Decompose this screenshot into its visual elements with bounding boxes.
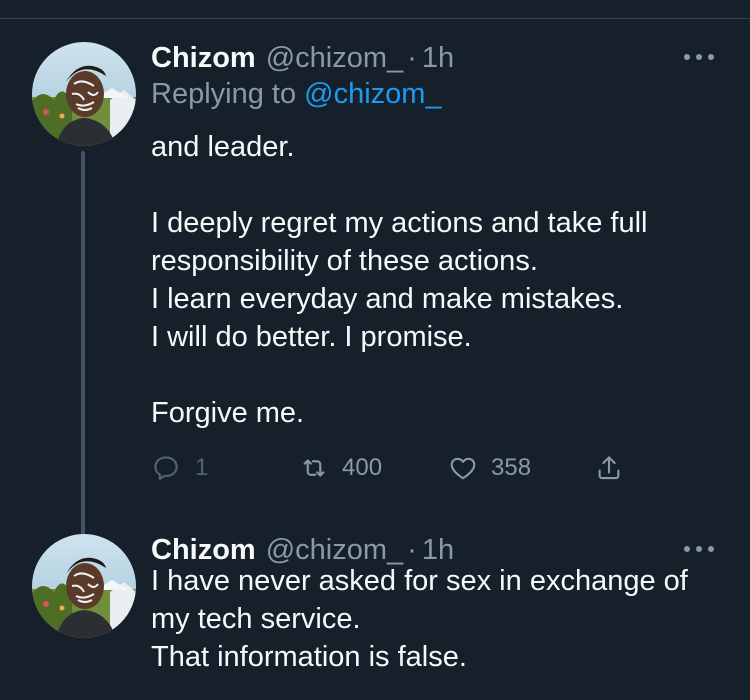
- author-name[interactable]: Chizom: [151, 42, 256, 75]
- more-icon[interactable]: [684, 47, 714, 67]
- timestamp[interactable]: 1h: [422, 42, 454, 75]
- tweet-line: my tech service.: [151, 603, 361, 635]
- replying-to: Replying to @chizom_: [151, 78, 442, 111]
- tweet-line: I deeply regret my actions and take full: [151, 207, 648, 239]
- tweet[interactable]: Chizom @chizom_ · 1h Replying to @chizom…: [0, 38, 750, 571]
- tweet-line: responsibility of these actions.: [151, 245, 538, 277]
- heart-icon: [450, 457, 476, 480]
- like-count: 358: [491, 454, 532, 481]
- author-handle[interactable]: @chizom_: [266, 42, 403, 75]
- avatar[interactable]: [32, 42, 136, 146]
- top-divider: [0, 18, 750, 19]
- more-icon[interactable]: [684, 539, 714, 559]
- tweet-line: That information is false.: [151, 641, 467, 673]
- action-bar: 1 400 358: [151, 448, 651, 488]
- tweet-line: Forgive me.: [151, 397, 305, 429]
- tweet-line: I learn everyday and make mistakes.: [151, 283, 624, 315]
- tweet-text: I have never asked for sex in exchange o…: [151, 562, 731, 676]
- tweet-line: I have never asked for sex in exchange o…: [151, 565, 688, 597]
- avatar[interactable]: [32, 534, 136, 638]
- tweet[interactable]: Chizom @chizom_ · 1h I have never asked …: [0, 530, 750, 700]
- retweet-icon: [303, 459, 325, 477]
- share-icon: [598, 456, 620, 480]
- separator-dot: ·: [407, 41, 417, 74]
- thread-line: [81, 151, 85, 571]
- tweet-text: and leader. I deeply regret my actions a…: [151, 128, 731, 432]
- reply-button[interactable]: 1: [151, 448, 208, 488]
- tweet-header: Chizom @chizom_ · 1h: [151, 40, 454, 76]
- reply-icon: [154, 456, 178, 480]
- replying-to-label: Replying to: [151, 78, 305, 110]
- replying-to-mention[interactable]: @chizom_: [304, 78, 441, 110]
- share-button[interactable]: [594, 448, 624, 488]
- like-button[interactable]: 358: [447, 448, 531, 488]
- retweet-button[interactable]: 400: [298, 448, 382, 488]
- tweet-line: and leader.: [151, 131, 295, 163]
- reply-count: 1: [195, 454, 209, 481]
- retweet-count: 400: [342, 454, 383, 481]
- tweet-line: I will do better. I promise.: [151, 321, 472, 353]
